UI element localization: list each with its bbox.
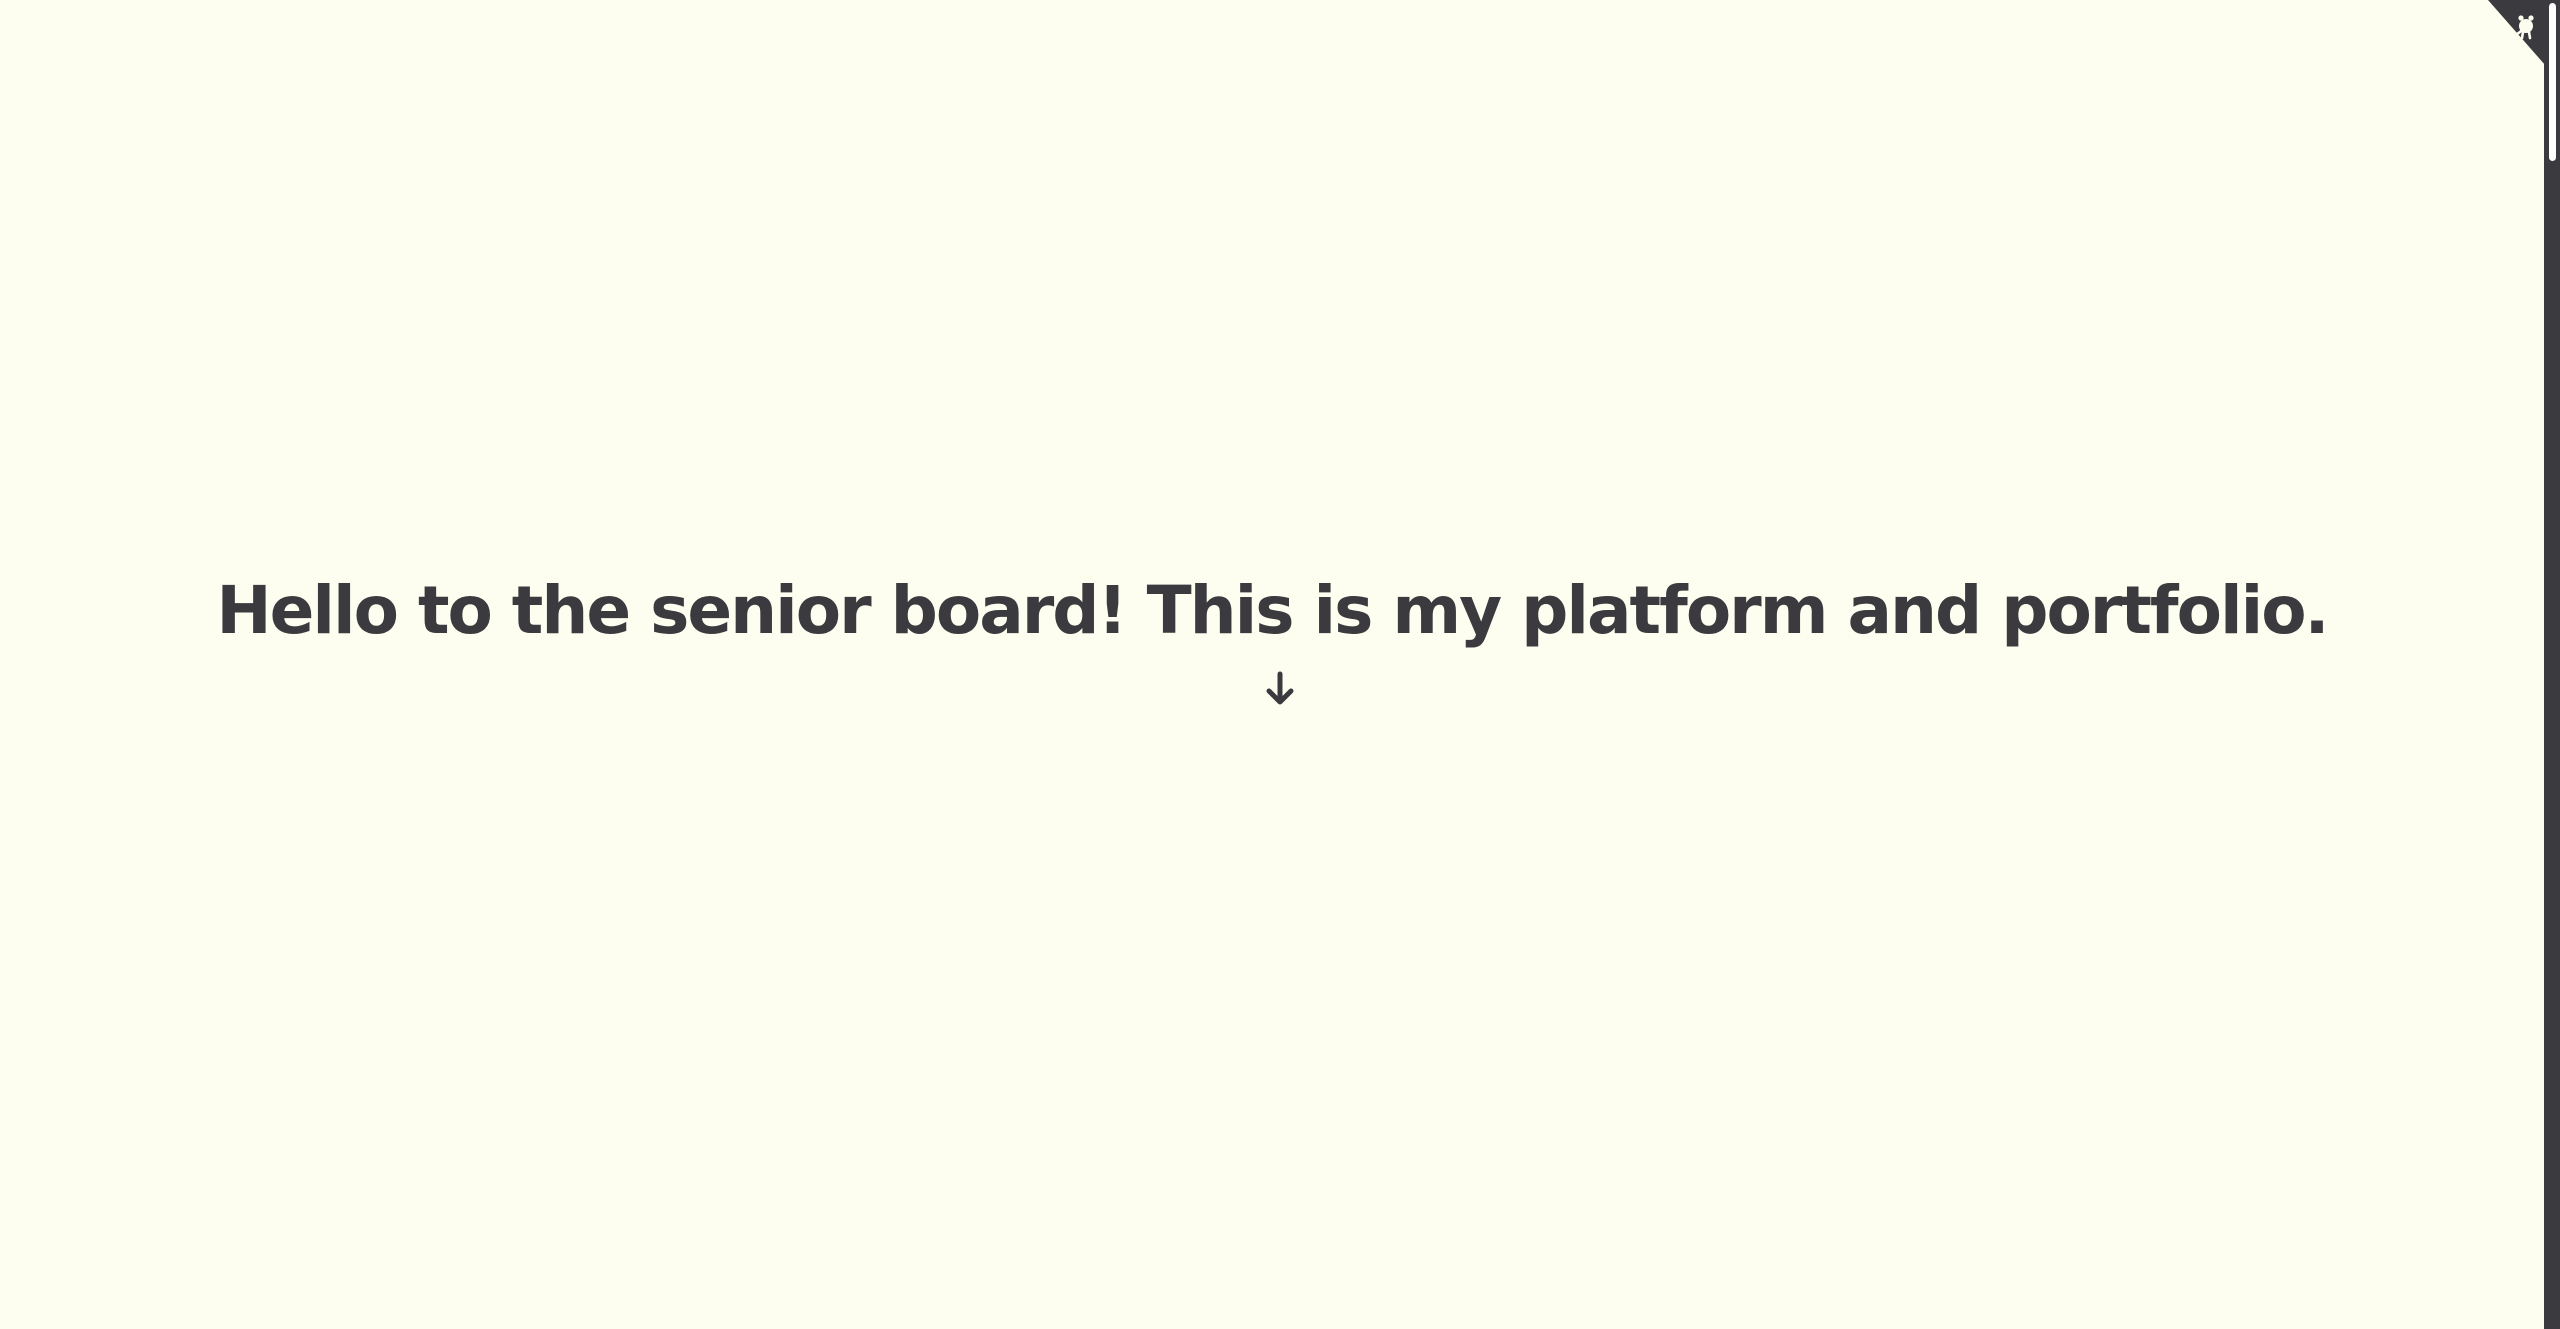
scrollbar-thumb[interactable] bbox=[2549, 3, 2556, 161]
scrollbar-track[interactable] bbox=[2544, 0, 2560, 1329]
page: Hello to the senior board! This is my pl… bbox=[0, 0, 2544, 1329]
arrow-down-icon[interactable] bbox=[1264, 670, 1296, 710]
hero-title: Hello to the senior board! This is my pl… bbox=[216, 572, 2329, 649]
